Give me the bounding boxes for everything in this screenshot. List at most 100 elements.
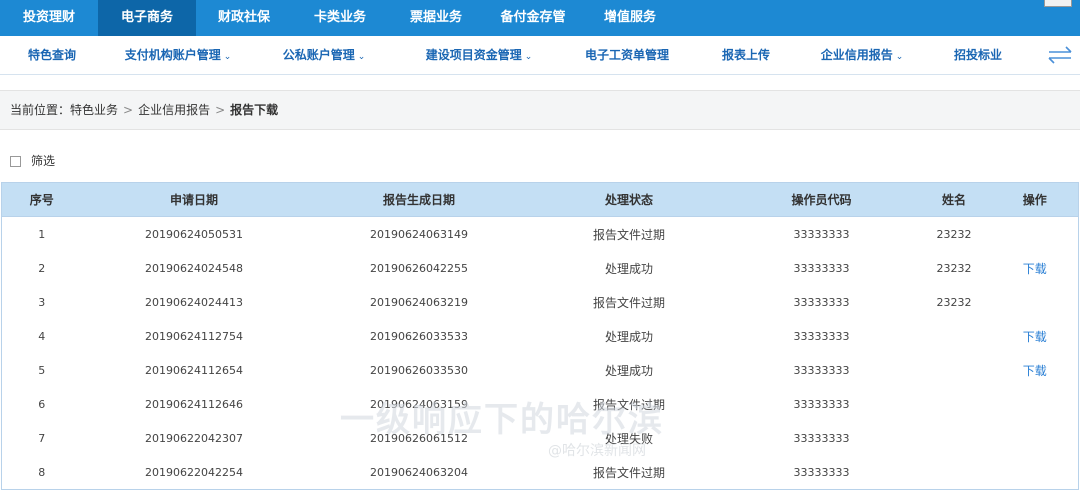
table-header-row: 序号 申请日期 报告生成日期 处理状态 操作员代码 姓名 操作 bbox=[1, 182, 1079, 217]
cell-operator-code: 33333333 bbox=[793, 431, 850, 445]
cell-generate-date: 20190624063219 bbox=[370, 295, 468, 309]
subnav-special-query[interactable]: 特色查询 bbox=[12, 36, 92, 74]
cell-index: 7 bbox=[38, 431, 46, 445]
cell-generate-date: 20190624063204 bbox=[370, 465, 468, 479]
subnav-label: 招投标业 bbox=[953, 48, 1002, 62]
cell-apply-date: 20190622042307 bbox=[145, 431, 243, 445]
cell-action: 下载 bbox=[992, 251, 1079, 285]
subnav-label: 支付机构账户管理 bbox=[124, 48, 221, 62]
subnav-credit-report[interactable]: 企业信用报告 ⌄ bbox=[806, 36, 918, 74]
cell-operator-code: 33333333 bbox=[793, 227, 850, 241]
cell-index: 6 bbox=[38, 397, 46, 411]
header-apply-date: 申请日期 bbox=[81, 182, 307, 217]
header-action: 操作 bbox=[991, 182, 1079, 217]
cell-generate-date: 20190624063149 bbox=[370, 227, 468, 241]
top-right-corner bbox=[1044, 0, 1072, 7]
cell-name: 23232 bbox=[936, 295, 972, 309]
cell-operator-code: 33333333 bbox=[793, 295, 850, 309]
download-link[interactable]: 下载 bbox=[1023, 262, 1047, 276]
cell-action bbox=[992, 387, 1079, 421]
subnav-label: 建设项目资金管理 bbox=[425, 48, 522, 62]
cell-generate-date: 20190626033530 bbox=[370, 363, 468, 377]
cell-index: 4 bbox=[38, 329, 46, 343]
breadcrumb-item-credit-report[interactable]: 企业信用报告 bbox=[138, 103, 210, 117]
cell-status: 报告文件过期 bbox=[592, 465, 665, 480]
tab-bill-business[interactable]: 票据业务 bbox=[388, 0, 484, 36]
filter-label: 筛选 bbox=[31, 154, 56, 168]
tab-value-added[interactable]: 增值服务 bbox=[582, 0, 678, 36]
download-link[interactable]: 下载 bbox=[1023, 364, 1047, 378]
cell-status: 处理失败 bbox=[604, 431, 653, 446]
cell-index: 2 bbox=[38, 261, 46, 275]
tab-ecommerce[interactable]: 电子商务 bbox=[98, 0, 196, 36]
cell-status: 报告文件过期 bbox=[592, 397, 665, 412]
table-row: 4 20190624112754 20190626033533 处理成功 333… bbox=[2, 319, 1079, 353]
breadcrumb-separator-icon: > bbox=[215, 103, 226, 117]
table-row: 2 20190624024548 20190626042255 处理成功 333… bbox=[2, 251, 1079, 285]
report-table: 序号 申请日期 报告生成日期 处理状态 操作员代码 姓名 操作 1 201906… bbox=[1, 182, 1079, 490]
subnav-accounts-mgmt[interactable]: 公私账户管理 ⌄ bbox=[268, 36, 380, 74]
subnav-construction-funds[interactable]: 建设项目资金管理 ⌄ bbox=[404, 36, 554, 74]
header-name: 姓名 bbox=[916, 182, 992, 217]
cell-name bbox=[917, 455, 992, 490]
cell-apply-date: 20190624050531 bbox=[145, 227, 243, 241]
sub-nav: 特色查询 支付机构账户管理 ⌄ 公私账户管理 ⌄ 建设项目资金管理 ⌄ 电子工资单管理… bbox=[0, 36, 1080, 75]
header-generate-date: 报告生成日期 bbox=[306, 182, 532, 217]
cell-name bbox=[917, 387, 992, 421]
breadcrumb-prefix: 当前位置： bbox=[10, 103, 71, 117]
cell-action: 下载 bbox=[992, 353, 1079, 387]
cell-action bbox=[992, 455, 1079, 490]
cell-operator-code: 33333333 bbox=[793, 397, 850, 411]
subnav-report-upload[interactable]: 报表上传 bbox=[710, 36, 782, 74]
breadcrumb: 当前位置：特色业务 > 企业信用报告 > 报告下载 bbox=[0, 90, 1080, 130]
chevron-down-icon: ⌄ bbox=[524, 52, 533, 62]
cell-name: 23232 bbox=[936, 261, 972, 275]
cell-status: 报告文件过期 bbox=[592, 295, 665, 310]
header-index: 序号 bbox=[1, 182, 82, 217]
subnav-label: 报表上传 bbox=[721, 48, 770, 62]
cell-generate-date: 20190624063159 bbox=[370, 397, 468, 411]
table-row: 8 20190622042254 20190624063204 报告文件过期 3… bbox=[2, 455, 1079, 490]
filter-checkbox[interactable] bbox=[10, 156, 21, 167]
header-status: 处理状态 bbox=[531, 182, 727, 217]
subnav-label: 公私账户管理 bbox=[282, 48, 355, 62]
subnav-bidding[interactable]: 招投标业 bbox=[942, 36, 1014, 74]
subnav-payslip-mgmt[interactable]: 电子工资单管理 bbox=[574, 36, 680, 74]
download-link[interactable]: 下载 bbox=[1023, 330, 1047, 344]
cell-operator-code: 33333333 bbox=[793, 363, 850, 377]
cell-name bbox=[917, 319, 992, 353]
tab-invest[interactable]: 投资理财 bbox=[0, 0, 98, 36]
cell-index: 5 bbox=[38, 363, 46, 377]
cell-name bbox=[917, 353, 992, 387]
breadcrumb-current: 报告下载 bbox=[230, 103, 279, 117]
filter-toggle[interactable]: 筛选 bbox=[10, 152, 55, 170]
cell-generate-date: 20190626061512 bbox=[370, 431, 468, 445]
table-row: 5 20190624112654 20190626033530 处理成功 333… bbox=[2, 353, 1079, 387]
cell-apply-date: 20190624024548 bbox=[145, 261, 243, 275]
cell-index: 1 bbox=[38, 227, 46, 241]
breadcrumb-item-special[interactable]: 特色业务 bbox=[70, 103, 118, 117]
top-nav: 投资理财 电子商务 财政社保 卡类业务 票据业务 备付金存管 增值服务 bbox=[0, 0, 1080, 36]
tab-reserve-custody[interactable]: 备付金存管 bbox=[484, 0, 582, 36]
subnav-payment-accounts[interactable]: 支付机构账户管理 ⌄ bbox=[108, 36, 248, 74]
cell-generate-date: 20190626033533 bbox=[370, 329, 468, 343]
chevron-down-icon: ⌄ bbox=[223, 52, 232, 62]
cell-status: 处理成功 bbox=[604, 363, 653, 378]
cell-status: 处理成功 bbox=[604, 261, 653, 276]
tab-finance-social[interactable]: 财政社保 bbox=[196, 0, 292, 36]
cell-apply-date: 20190624112654 bbox=[145, 363, 243, 377]
chevron-down-icon: ⌄ bbox=[895, 52, 904, 62]
tab-card-business[interactable]: 卡类业务 bbox=[292, 0, 388, 36]
subnav-label: 特色查询 bbox=[27, 48, 76, 62]
subnav-label: 电子工资单管理 bbox=[584, 48, 669, 62]
breadcrumb-separator-icon: > bbox=[123, 103, 134, 117]
cell-apply-date: 20190624112646 bbox=[145, 397, 243, 411]
table-row: 3 20190624024413 20190624063219 报告文件过期 3… bbox=[2, 285, 1079, 319]
cell-apply-date: 20190624112754 bbox=[145, 329, 243, 343]
cell-status: 报告文件过期 bbox=[592, 227, 665, 242]
scroll-toggle-icon[interactable] bbox=[1046, 44, 1074, 66]
cell-action bbox=[992, 421, 1079, 455]
subnav-label: 企业信用报告 bbox=[820, 48, 893, 62]
table-row: 6 20190624112646 20190624063159 报告文件过期 3… bbox=[2, 387, 1079, 421]
cell-operator-code: 33333333 bbox=[793, 329, 850, 343]
